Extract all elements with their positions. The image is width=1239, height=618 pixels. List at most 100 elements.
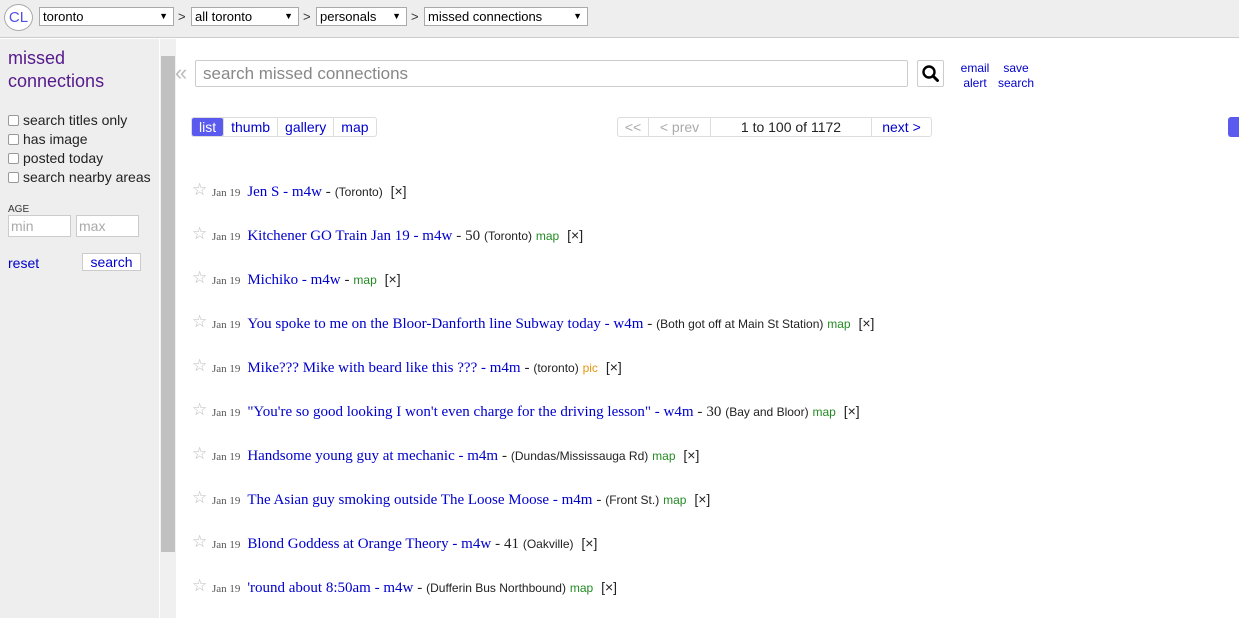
post-title-link[interactable]: You spoke to me on the Bloor-Danforth li… [247,316,643,332]
prev-page-button[interactable]: < prev [648,118,710,136]
post-date: Jan 19 [212,451,241,463]
hide-post-button[interactable]: [×] [606,359,622,375]
post-price-sep: - [524,360,530,376]
save-search-line-2: search [997,76,1035,90]
sidebar-title[interactable]: missed connections [8,47,153,93]
result-row: ☆ Jan 19 Kitchener GO Train Jan 19 - m4w … [192,224,583,247]
map-tag[interactable]: map [353,273,376,287]
email-alert-link[interactable]: email alert [956,61,994,91]
post-price-sep: - [501,448,507,464]
checkbox-box[interactable] [8,172,19,183]
search-icon [922,65,939,82]
favorite-star-icon[interactable]: ☆ [192,356,208,376]
save-search-link[interactable]: save search [996,61,1036,91]
search-input[interactable]: search missed connections [195,60,908,87]
age-label: AGE [8,204,30,215]
post-title-link[interactable]: 'round about 8:50am - m4w [247,580,413,596]
checkbox-box[interactable] [8,115,19,126]
hide-post-button[interactable]: [×] [567,227,583,243]
age-max-input[interactable]: max [76,215,139,237]
search-button[interactable] [917,60,944,87]
post-title-link[interactable]: Handsome young guy at mechanic - m4m [247,448,498,464]
hide-post-button[interactable]: [×] [385,271,401,287]
post-title-link[interactable]: Kitchener GO Train Jan 19 - m4w [247,228,452,244]
view-thumb-tab[interactable]: thumb [223,118,277,136]
view-gallery-tab[interactable]: gallery [277,118,333,136]
checkbox-label: search titles only [23,112,128,128]
checkbox-box[interactable] [8,153,19,164]
has-image-checkbox[interactable]: has image [8,131,88,148]
view-map-tab[interactable]: map [333,118,375,136]
post-price: 30 [706,404,722,420]
favorite-star-icon[interactable]: ☆ [192,312,208,332]
hide-post-button[interactable]: [×] [391,183,407,199]
map-tag[interactable]: map [663,493,686,507]
pic-tag[interactable]: pic [583,361,598,375]
collapse-sidebar-icon[interactable]: « [175,60,187,86]
area-select[interactable]: all toronto ▼ [191,7,299,26]
favorite-star-icon[interactable]: ☆ [192,532,208,552]
age-min-input[interactable]: min [8,215,71,237]
save-search-line-1: save [1003,61,1029,75]
post-title-link[interactable]: Jen S - m4w [247,184,322,200]
checkbox-box[interactable] [8,134,19,145]
favorite-star-icon[interactable]: ☆ [192,180,208,200]
posted-today-checkbox[interactable]: posted today [8,150,103,167]
post-date: Jan 19 [212,363,241,375]
city-select[interactable]: toronto ▼ [39,7,174,26]
breadcrumb-separator: > [303,9,311,24]
hide-post-button[interactable]: [×] [858,315,874,331]
reset-link[interactable]: reset [8,255,39,271]
post-price-sep: - [697,404,703,420]
post-date: Jan 19 [212,231,241,243]
sidebar-scrollbar[interactable] [160,39,176,618]
map-tag[interactable]: map [536,229,559,243]
post-title-link[interactable]: Mike??? Mike with beard like this ??? - … [247,360,520,376]
post-neighborhood: (Both got off at Main St Station) [656,317,824,331]
pagination: << < prev 1 to 100 of 1172 next > [617,117,932,137]
search-nearby-areas-checkbox[interactable]: search nearby areas [8,169,151,186]
post-neighborhood: (toronto) [533,361,579,375]
hide-post-button[interactable]: [×] [683,447,699,463]
subcategory-select[interactable]: missed connections ▼ [424,7,588,26]
post-price: 41 [503,536,519,552]
post-price: 50 [465,228,481,244]
favorite-star-icon[interactable]: ☆ [192,488,208,508]
chevron-down-icon: ▼ [284,11,293,21]
craigslist-logo[interactable]: CL [4,4,33,31]
favorite-star-icon[interactable]: ☆ [192,576,208,596]
favorite-star-icon[interactable]: ☆ [192,400,208,420]
favorite-star-icon[interactable]: ☆ [192,268,208,288]
chevron-down-icon: ▼ [159,11,168,21]
map-tag[interactable]: map [570,581,593,595]
category-select[interactable]: personals ▼ [316,7,407,26]
post-title-link[interactable]: "You're so good looking I won't even cha… [247,404,693,420]
post-neighborhood: (Toronto) [483,229,532,243]
favorite-star-icon[interactable]: ☆ [192,224,208,244]
post-date: Jan 19 [212,187,241,199]
map-tag[interactable]: map [812,405,835,419]
search-titles-only-checkbox[interactable]: search titles only [8,112,127,129]
hide-post-button[interactable]: [×] [844,403,860,419]
chevron-down-icon: ▼ [392,11,401,21]
scrollbar-thumb[interactable] [161,56,175,552]
result-row: ☆ Jan 19 "You're so good looking I won't … [192,400,860,423]
sort-dropdown-button[interactable] [1228,117,1239,137]
post-neighborhood: (Dufferin Bus Northbound) [426,581,566,595]
sidebar-search-button[interactable]: search [82,253,141,271]
favorite-star-icon[interactable]: ☆ [192,444,208,464]
view-list-tab[interactable]: list [192,118,224,136]
hide-post-button[interactable]: [×] [601,579,617,595]
map-tag[interactable]: map [652,449,675,463]
next-page-button[interactable]: next > [871,118,931,136]
map-tag[interactable]: map [827,317,850,331]
post-title-link[interactable]: The Asian guy smoking outside The Loose … [247,492,592,508]
breadcrumb-separator: > [178,9,186,24]
hide-post-button[interactable]: [×] [581,535,597,551]
hide-post-button[interactable]: [×] [694,491,710,507]
post-neighborhood: (Front St.) [605,493,660,507]
post-title-link[interactable]: Blond Goddess at Orange Theory - m4w [247,536,491,552]
first-page-button[interactable]: << [618,118,648,136]
post-price-sep: - [417,580,423,596]
post-title-link[interactable]: Michiko - m4w [247,272,340,288]
